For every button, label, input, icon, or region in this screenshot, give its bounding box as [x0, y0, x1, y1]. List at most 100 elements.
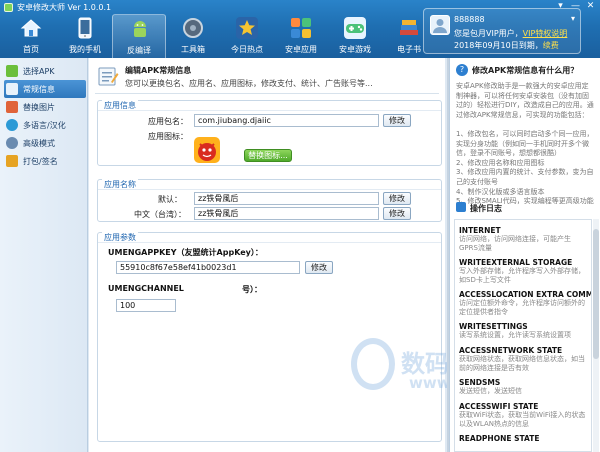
- list-item: ACCESSLOCATION EXTRA COMM 访问定位额外命令，允许程序访…: [459, 290, 592, 317]
- sidebar-item-label: 多语言/汉化: [23, 121, 66, 130]
- sidebar-item-label: 常规信息: [23, 85, 55, 94]
- umeng-appkey-input[interactable]: [116, 261, 300, 274]
- app-params-section: 应用参数 UMENGAPPKEY（友盟统计AppKey）： 修改 UMENGCH…: [97, 232, 442, 442]
- sidebar-item-advanced[interactable]: 高级模式: [4, 134, 86, 152]
- toolbox-icon: [181, 16, 205, 40]
- list-item: WRITESETTINGS 读写系统设置，允许读写系统设置项: [459, 322, 589, 340]
- permission-desc: 获取网络状态，获取网络信息状态，如当前的网络连接是否有效: [459, 355, 585, 372]
- vip-status: 您是包月VIP用户，VIP特权说明: [454, 28, 567, 39]
- app-icon-preview: [194, 137, 220, 163]
- toolbar-android-apps[interactable]: 安卓应用: [274, 14, 328, 58]
- divider: [95, 93, 439, 94]
- permission-list: INTERNET 访问网络，访问网络连接，可能产生GPRS流量 WRITEEXT…: [454, 219, 592, 452]
- toolbar-android-games[interactable]: 安卓游戏: [328, 14, 382, 58]
- permission-name: WRITEEXTERNAL STORAGE: [459, 258, 573, 267]
- sidebar-item-label: 替换图片: [23, 103, 55, 112]
- sidebar-item-label: 高级模式: [23, 139, 55, 148]
- toolbar-home[interactable]: 首页: [4, 14, 58, 58]
- info-icon: [6, 83, 18, 95]
- scrollbar-thumb[interactable]: [593, 229, 599, 359]
- help-description: 安卓APK修改助手是一款强大的安卓应用定制神器，可以将任何安卓安装包（没有加固过…: [456, 82, 594, 206]
- toolbar-label: 反编译: [127, 46, 151, 55]
- sidebar-item-general-info[interactable]: 常规信息: [4, 80, 86, 98]
- main-content: 编辑APK常规信息 您可以更换包名、应用名、应用图标，修改支付、统计、广告账号等…: [89, 58, 538, 452]
- gear-icon: [6, 137, 18, 149]
- permission-name: READPHONE STATE: [459, 434, 540, 443]
- vip-expiry: 2018年09月10日到期，续费: [454, 40, 559, 51]
- log-icon: [456, 202, 466, 212]
- permission-desc: 发送短信，发送短信: [459, 387, 522, 395]
- user-menu-icon[interactable]: ▾: [571, 14, 575, 23]
- umeng-channel-label: UMENGCHANNEL: [108, 284, 184, 293]
- vip-status-text: 您是包月VIP用户，: [454, 29, 523, 38]
- apps-grid-icon: [289, 16, 313, 40]
- toolbar-label: 工具箱: [181, 45, 205, 54]
- vip-privilege-link[interactable]: VIP特权说明: [523, 29, 568, 38]
- permission-desc: 读写系统设置，允许读写系统设置项: [459, 331, 571, 339]
- help-title: 修改APK常规信息有什么用？: [472, 66, 579, 75]
- umeng-channel-input[interactable]: [116, 299, 176, 312]
- package-name-input[interactable]: [194, 114, 379, 127]
- help-icon: ?: [456, 64, 468, 76]
- sidebar-item-package-sign[interactable]: 打包/签名: [4, 152, 86, 170]
- permission-desc: 访问网络，访问网络连接，可能产生GPRS流量: [459, 235, 571, 252]
- permission-name: ACCESSLOCATION EXTRA COMM: [459, 290, 592, 299]
- sidebar-item-label: 打包/签名: [23, 157, 58, 166]
- list-item: ACCESSWIFI STATE 获取WiFi状态，获取当前WiFi接入的状态以…: [459, 402, 589, 429]
- permission-name: WRITESETTINGS: [459, 322, 528, 331]
- star-icon: [235, 16, 259, 40]
- permission-desc: 写入外部存储，允许程序写入外部存储，如SD卡上写文件: [459, 267, 585, 284]
- default-name-input[interactable]: [194, 192, 379, 205]
- close-icon[interactable]: ✕: [584, 1, 597, 12]
- toolbar-label: 安卓应用: [285, 45, 317, 54]
- list-item: SENDSMS 发送短信，发送短信: [459, 378, 589, 396]
- sidebar-item-replace-image[interactable]: 替换图片: [4, 98, 86, 116]
- modify-zh-tw-name-button[interactable]: 修改: [383, 207, 411, 220]
- user-info-panel: 888888 ▾ 您是包月VIP用户，VIP特权说明 2018年09月10日到期…: [423, 8, 581, 54]
- page-subtitle: 您可以更换包名、应用名、应用图标，修改支付、统计、广告账号等...: [125, 79, 373, 88]
- avatar[interactable]: [430, 15, 450, 35]
- package-name-label: 应用包名：: [148, 117, 188, 126]
- divider: [98, 110, 441, 111]
- user-name: 888888: [454, 15, 485, 24]
- toolbar-hot-today[interactable]: 今日热点: [220, 14, 274, 58]
- edit-info-icon: [97, 65, 119, 87]
- modify-default-name-button[interactable]: 修改: [383, 192, 411, 205]
- sidebar-item-label: 选择APK: [23, 67, 55, 76]
- toolbar-decompile[interactable]: 反编译: [112, 14, 166, 58]
- toolbar-my-phone[interactable]: 我的手机: [58, 14, 112, 58]
- toolbar-label: 首页: [23, 45, 39, 54]
- vip-expiry-text: 2018年09月10日到期，: [454, 41, 543, 50]
- sidebar: 选择APK 常规信息 替换图片 多语言/汉化 高级模式 打包/签名: [0, 58, 88, 452]
- android-icon: [128, 17, 152, 41]
- gamepad-icon: [343, 16, 367, 40]
- app-name-section: 应用名称 默认： 修改 中文（台湾）： 修改: [97, 179, 442, 222]
- umeng-channel-label-tail: 号）：: [242, 285, 262, 294]
- permission-name: SENDSMS: [459, 378, 501, 387]
- page-title: 编辑APK常规信息: [125, 66, 192, 75]
- renew-link[interactable]: 续费: [543, 41, 559, 50]
- globe-icon: [6, 119, 18, 131]
- replace-icon-button[interactable]: 替换图标...: [244, 149, 292, 162]
- top-banner: 安卓修改大师 Ver 1.0.0.1 ▾ — ✕ 首页 我的手机 反编译 工具箱…: [0, 0, 600, 58]
- permission-name: INTERNET: [459, 226, 501, 235]
- divider: [98, 189, 441, 190]
- permission-desc: 访问定位额外命令，允许程序访问额外的定位提供者指令: [459, 299, 585, 316]
- zh-tw-name-input[interactable]: [194, 207, 379, 220]
- permission-desc: 获取WiFi状态，获取当前WiFi接入的状态以及WLAN热点的信息: [459, 411, 586, 428]
- app-logo-icon: [4, 3, 13, 12]
- window-title: 安卓修改大师 Ver 1.0.0.1: [17, 3, 112, 12]
- sidebar-item-select-apk[interactable]: 选择APK: [4, 62, 86, 80]
- sidebar-item-localization[interactable]: 多语言/汉化: [4, 116, 86, 134]
- list-item: ACCESSNETWORK STATE 获取网络状态，获取网络信息状态，如当前的…: [459, 346, 589, 373]
- modify-appkey-button[interactable]: 修改: [305, 261, 333, 274]
- app-icon-label: 应用图标：: [148, 132, 188, 141]
- help-panel: ? 修改APK常规信息有什么用？ 安卓APK修改助手是一款强大的安卓应用定制神器…: [449, 58, 600, 452]
- list-item: INTERNET 访问网络，访问网络连接，可能产生GPRS流量: [459, 226, 589, 253]
- package-icon: [6, 155, 18, 167]
- toolbar-toolbox[interactable]: 工具箱: [166, 14, 220, 58]
- log-title: 操作日志: [470, 204, 502, 213]
- toolbar-label: 我的手机: [69, 45, 101, 54]
- log-scrollbar[interactable]: [593, 219, 599, 452]
- modify-package-button[interactable]: 修改: [383, 114, 411, 127]
